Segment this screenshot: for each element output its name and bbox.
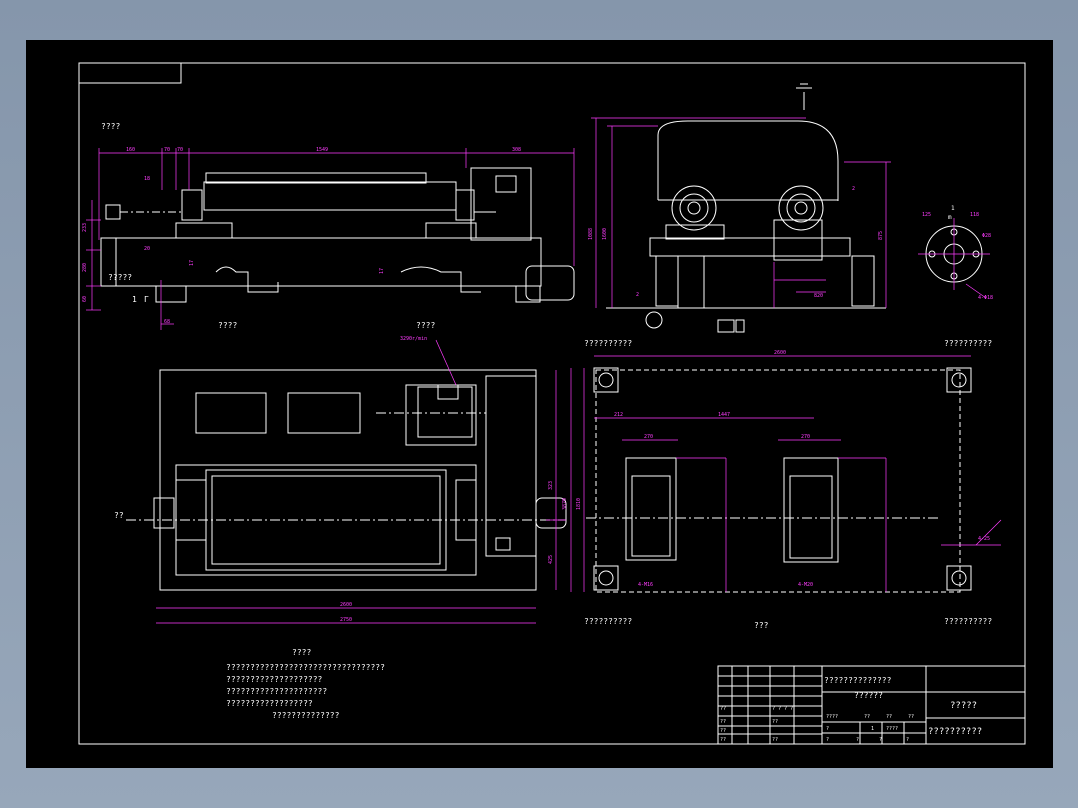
dim-68: 68 [164,319,170,325]
dim-1600: 1600 [602,228,608,240]
dim-f-270a: 270 [644,434,653,440]
dim-2600: 2600 [340,602,352,608]
foundation-label-bl: ?????????? [584,617,632,626]
dim-phi28: Φ28 [982,233,991,239]
side-view [606,83,886,333]
dim-f-2600: 2600 [774,350,786,356]
part-name: ????? [950,701,977,711]
plan-view-dim-text: 2600 2750 323 425 3290r/min [340,336,554,623]
dim-425: 425 [548,555,554,564]
front-view-title: ???? [101,122,120,131]
dim-f-1810: 1810 [576,498,582,510]
dim-875: 875 [878,231,884,240]
front-view [100,167,575,303]
dim-82: 820 [814,293,823,299]
dim-1088: 1088 [588,228,594,240]
foundation-label-tr: ?????????? [944,339,992,348]
dim-17b: 17 [379,268,385,274]
view-labels: ???? ???? ???? ????? 1 Γ ?? ?????????? ?… [101,122,992,630]
tb-cell-5: ?? [720,737,726,743]
drawing-canvas[interactable]: 160 70 70 1549 308 18 20 233 280 60 68 1… [26,40,1053,768]
dim-308: 308 [512,147,521,153]
notes-line-4: ?????????????????? [226,699,313,708]
dim-70b: 70 [177,147,183,153]
foundation-dims [570,355,1002,592]
notes-heading: ???? [292,648,311,657]
flange-frac-num: 1 [951,205,955,212]
speed-note: 3290r/min [400,336,427,342]
dim-20: 20 [144,246,150,252]
company-name: ?????????? [928,727,982,737]
tb-cell-17: ? [906,737,909,743]
front-label-1: 1 [132,295,137,304]
side-view-dim-text: 1088 1600 875 820 [588,228,884,299]
corner-code-box [78,62,182,84]
front-label-gamma: Γ [144,295,149,304]
notes-line-5: ?????????????? [272,711,340,720]
drawing-sub: ?????? [854,691,883,700]
front-view-dims [86,148,575,330]
dim-18: 18 [144,176,150,182]
foundation-label-tl: ?????????? [584,339,632,348]
side-label-2b: 2 [636,292,639,298]
notes-line-3: ????????????????????? [226,687,327,696]
side-view-dims [591,117,891,308]
tb-cell-15: ? [856,737,859,743]
cad-drawing: 160 70 70 1549 308 18 20 233 280 60 68 1… [78,62,1026,745]
dim-160: 160 [126,147,135,153]
tb-cell-10: ?? [908,714,914,720]
dim-60: 60 [82,296,88,302]
tb-cell-7: ???? [826,714,838,720]
tb-cell-9: ?? [886,714,892,720]
title-block-text: ?????????????? ?????? ????? ?????????? [824,676,982,737]
notes-line-1: ????????????????????????????????? [226,663,385,672]
dim-f-4-25: 4-25 [978,536,990,542]
tb-cell-4: ?? [720,728,726,734]
notes-line-2: ???????????????????? [226,675,323,684]
tb-cell-14: ? [826,737,829,743]
dim-280: 280 [82,263,88,272]
tb-cell-12: 1 [871,726,874,732]
technical-notes: ???? ????????????????????????????????? ?… [226,648,385,720]
drawing-name: ?????????????? [824,676,892,685]
tb-cell-11: ? [826,726,829,732]
cad-viewport[interactable]: 160 70 70 1549 308 18 20 233 280 60 68 1… [0,0,1078,808]
foundation-view [586,367,972,593]
dim-118: 118 [970,212,979,218]
dim-125: 125 [922,212,931,218]
dim-70a: 70 [164,147,170,153]
drawing-border [78,62,1026,745]
tb-cell-0: ?? [720,706,726,712]
tb-cell-3: ?? [772,719,778,725]
tb-cell-16: ? [879,737,882,743]
tb-cell-8: ?? [864,714,870,720]
dim-f-270b: 270 [801,434,810,440]
plan-view-dims [156,339,566,624]
dim-233: 233 [82,223,88,232]
dim-f-1447: 1447 [718,412,730,418]
dim-1549: 1549 [316,147,328,153]
tb-cell-6: ?? [772,737,778,743]
dim-f-212: 212 [614,412,623,418]
tb-cell-13: ???? [886,726,898,732]
dim-f-4m16: 4-M16 [638,582,653,588]
foundation-label-br: ?????????? [944,617,992,626]
side-label-2a: 2 [852,186,855,192]
front-bottom-label-left: ???? [218,321,237,330]
front-side-label: ????? [108,273,132,282]
dim-f-4m20: 4-M20 [798,582,813,588]
foundation-center-label: ??? [754,621,769,630]
dim-17a: 17 [189,260,195,266]
dim-4phi18: 4-Φ18 [978,295,993,301]
front-bottom-label-mid: ???? [416,321,435,330]
title-block-cells: ?? ? ? ? ? ?? ?? ?? ?? ?? ???? ?? ?? ? ? … [720,706,914,743]
dim-323: 323 [548,481,554,490]
dim-2750: 2750 [340,617,352,623]
dim-f-3870: 3870 [562,498,568,510]
plan-inlet-label: ?? [114,511,124,520]
plan-view [126,369,567,591]
flange-frac-den: m [948,214,952,221]
tb-cell-1: ? ? ? ? [772,706,793,712]
tb-cell-2: ?? [720,719,726,725]
